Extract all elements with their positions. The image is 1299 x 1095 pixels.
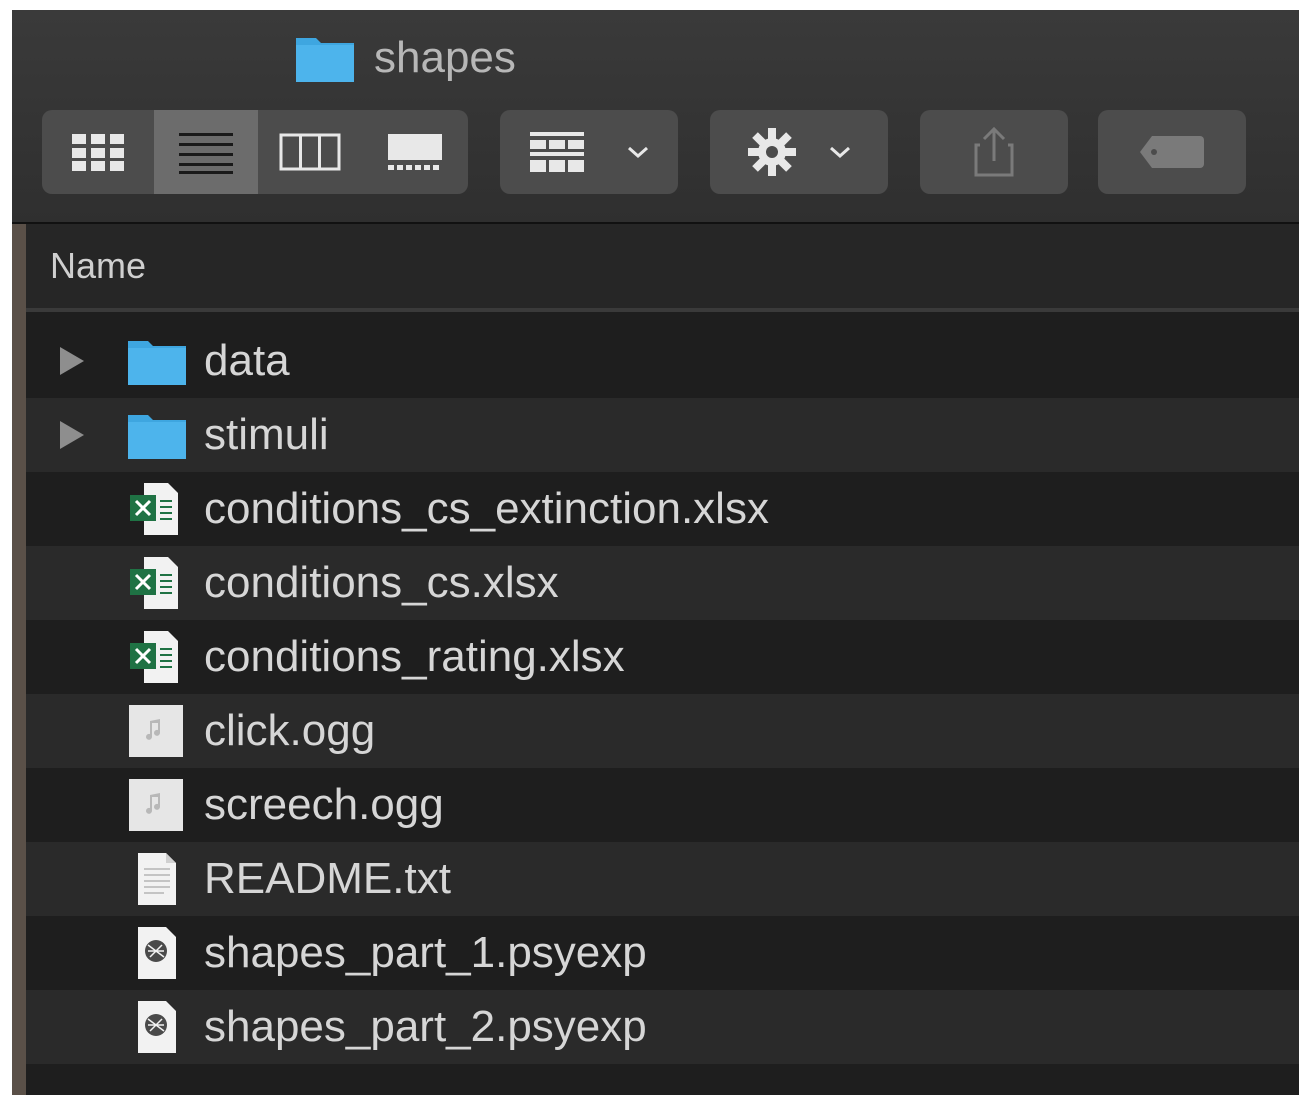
- file-row[interactable]: conditions_cs.xlsx: [26, 546, 1299, 620]
- list-icon: [179, 133, 233, 174]
- file-name: shapes_part_2.psyexp: [204, 1002, 647, 1051]
- toolbar: shapes: [12, 10, 1299, 224]
- file-row[interactable]: data: [26, 324, 1299, 398]
- audio-file-icon: [126, 705, 188, 757]
- psyexp-file-icon: [126, 1001, 188, 1053]
- group-button[interactable]: [500, 110, 678, 194]
- file-name: README.txt: [204, 854, 451, 903]
- gear-icon: [748, 128, 796, 176]
- view-mode-control: [42, 110, 468, 194]
- folder-icon: [294, 32, 356, 84]
- file-name: conditions_rating.xlsx: [204, 632, 625, 681]
- gallery-view-button[interactable]: [362, 110, 468, 194]
- excel-file-icon: [126, 483, 188, 535]
- file-row[interactable]: conditions_rating.xlsx: [26, 620, 1299, 694]
- text-file-icon: [126, 853, 188, 905]
- finder-window: shapes Name data stimuli conditions_cs_e…: [12, 10, 1299, 1095]
- window-title-text: shapes: [374, 33, 516, 82]
- file-row[interactable]: stimuli: [26, 398, 1299, 472]
- file-row[interactable]: click.ogg: [26, 694, 1299, 768]
- gallery-icon: [388, 134, 442, 170]
- chevron-down-icon: [628, 146, 648, 159]
- file-row[interactable]: shapes_part_1.psyexp: [26, 916, 1299, 990]
- grid-icon: [72, 134, 124, 171]
- file-name: screech.ogg: [204, 780, 444, 829]
- file-name: data: [204, 336, 290, 385]
- column-view-button[interactable]: [258, 110, 362, 194]
- action-button[interactable]: [710, 110, 888, 194]
- excel-file-icon: [126, 557, 188, 609]
- share-icon: [974, 126, 1014, 177]
- group-icon: [530, 132, 584, 172]
- chevron-down-icon: [830, 146, 850, 159]
- columns-icon: [279, 133, 341, 171]
- folder-icon: [126, 409, 188, 461]
- folder-icon: [126, 335, 188, 387]
- excel-file-icon: [126, 631, 188, 683]
- tag-button[interactable]: [1098, 110, 1246, 194]
- file-name: click.ogg: [204, 706, 376, 755]
- share-button[interactable]: [920, 110, 1068, 194]
- file-row[interactable]: conditions_cs_extinction.xlsx: [26, 472, 1299, 546]
- file-row[interactable]: shapes_part_2.psyexp: [26, 990, 1299, 1064]
- window-title: shapes: [294, 32, 516, 84]
- file-name: conditions_cs.xlsx: [204, 558, 559, 607]
- file-row[interactable]: screech.ogg: [26, 768, 1299, 842]
- disclosure-triangle-icon[interactable]: [60, 421, 84, 449]
- file-name: conditions_cs_extinction.xlsx: [204, 484, 769, 533]
- list-view-button[interactable]: [154, 110, 258, 194]
- audio-file-icon: [126, 779, 188, 831]
- file-list: Name data stimuli conditions_cs_extinction…: [26, 224, 1299, 1095]
- column-header-name[interactable]: Name: [26, 224, 1299, 312]
- tag-icon: [1140, 136, 1204, 168]
- file-rows: data stimuli conditions_cs_extinction.xlsx…: [26, 312, 1299, 1064]
- file-name: stimuli: [204, 410, 329, 459]
- disclosure-triangle-icon[interactable]: [60, 347, 84, 375]
- file-row[interactable]: README.txt: [26, 842, 1299, 916]
- column-header-label: Name: [50, 245, 147, 286]
- sidebar-edge: [12, 224, 26, 1095]
- file-name: shapes_part_1.psyexp: [204, 928, 647, 977]
- psyexp-file-icon: [126, 927, 188, 979]
- icon-view-button[interactable]: [42, 110, 154, 194]
